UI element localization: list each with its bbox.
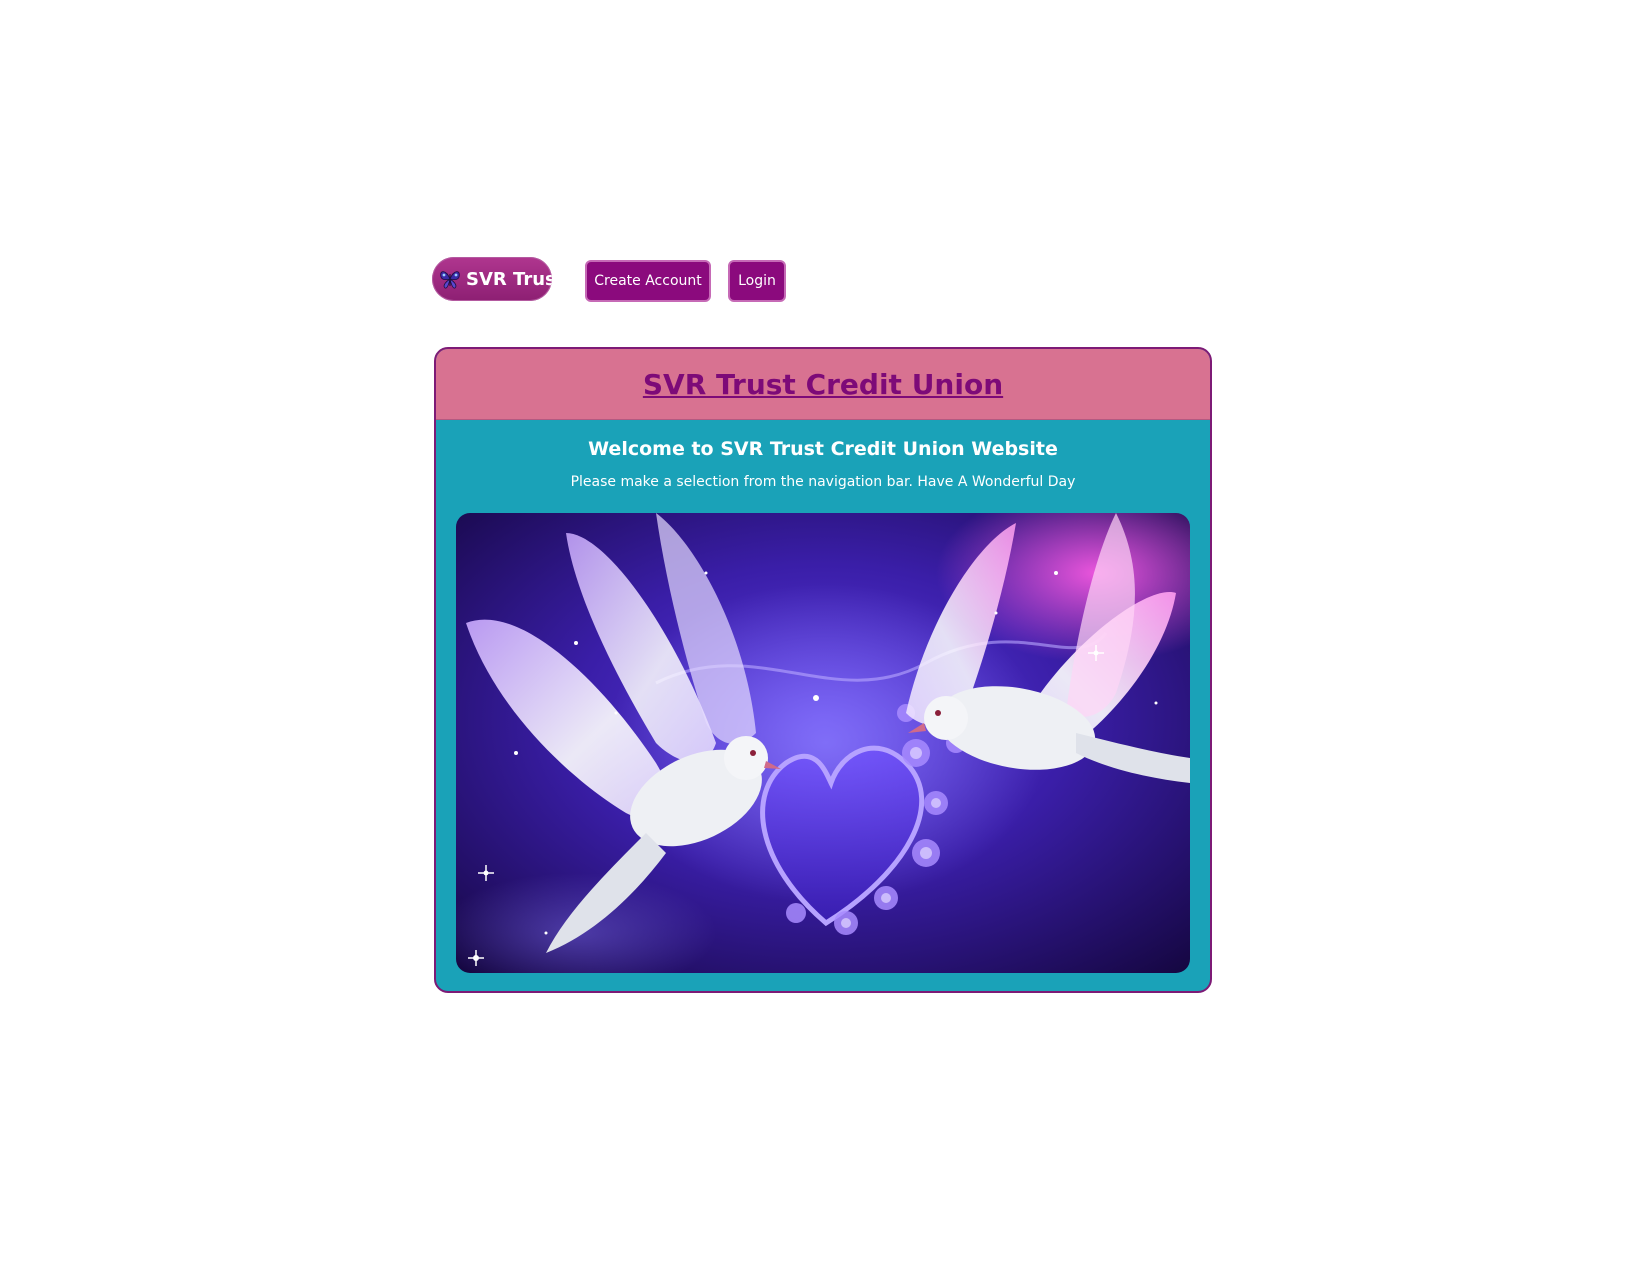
login-button[interactable]: Login xyxy=(728,260,786,302)
welcome-heading: Welcome to SVR Trust Credit Union Websit… xyxy=(588,438,1058,460)
page: SVR Trust Create Account Login SVR Trust… xyxy=(0,0,1650,1275)
welcome-card: SVR Trust Credit Union Welcome to SVR Tr… xyxy=(434,347,1212,993)
brand-logo-link[interactable]: SVR Trust xyxy=(432,257,552,301)
create-account-button[interactable]: Create Account xyxy=(585,260,711,302)
page-title[interactable]: SVR Trust Credit Union xyxy=(643,368,1003,401)
brand-label: SVR Trust xyxy=(466,268,552,290)
butterfly-icon xyxy=(440,271,460,289)
hero-image xyxy=(456,513,1190,973)
card-header: SVR Trust Credit Union xyxy=(436,349,1210,420)
welcome-subtext: Please make a selection from the navigat… xyxy=(570,474,1076,490)
